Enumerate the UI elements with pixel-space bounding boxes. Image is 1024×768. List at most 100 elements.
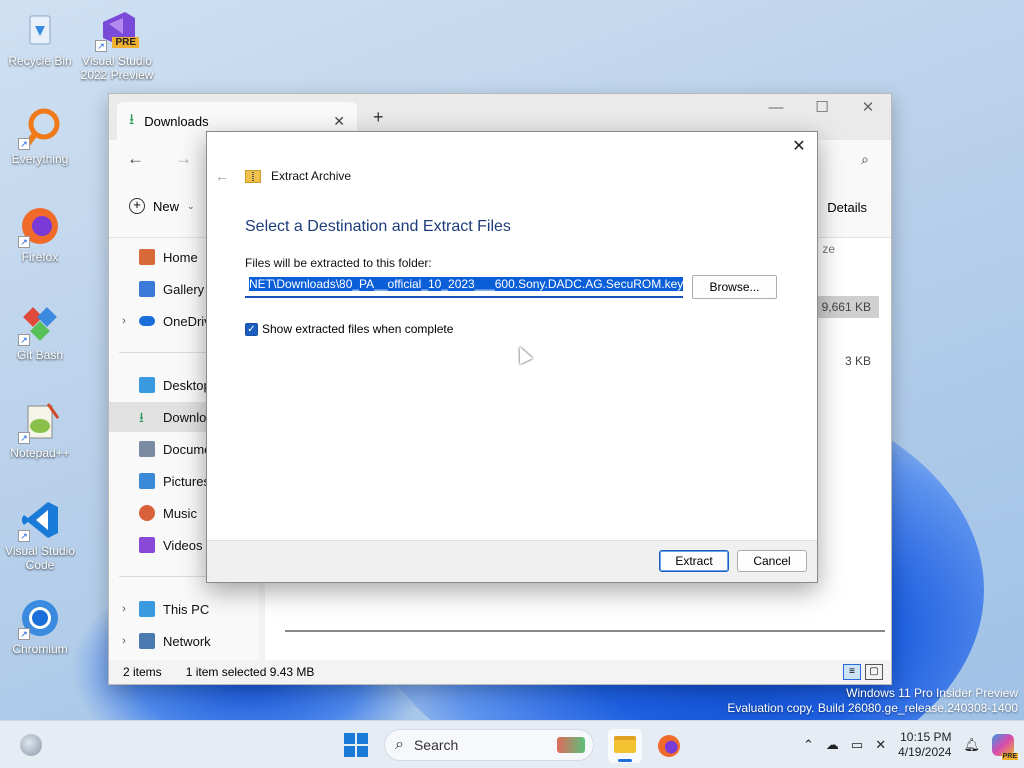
git-bash-icon: ↗	[18, 302, 62, 346]
shortcut-arrow-icon: ↗	[18, 138, 30, 150]
desktop-icon-firefox[interactable]: ↗ Firefox	[2, 204, 78, 264]
dialog-title: Select a Destination and Extract Files	[245, 218, 511, 235]
file-size-cell[interactable]: 3 KB	[837, 350, 879, 372]
network-offline-icon[interactable]: ☁	[826, 737, 839, 753]
extract-button[interactable]: Extract	[659, 550, 729, 572]
sidebar-item-label: This PC	[163, 601, 210, 617]
search-icon[interactable]: ⌕	[861, 151, 869, 168]
close-dialog-button[interactable]: ✕	[789, 136, 809, 156]
videos-icon	[139, 537, 155, 553]
system-tray: ⌃ ☁ ▭ ✕ 10:15 PM 4/19/2024 🔔︎ PRE	[803, 721, 1024, 768]
notification-bell-icon[interactable]: 🔔︎	[963, 737, 980, 753]
shortcut-arrow-icon: ↗	[18, 432, 30, 444]
taskbar-search[interactable]: ⌕ Search	[384, 729, 594, 761]
shortcut-arrow-icon: ↗	[18, 236, 30, 248]
back-button[interactable]: ←	[127, 149, 144, 169]
taskbar: ⌕ Search ⌃ ☁ ▭ ✕ 10:15 PM 4/19/2024 🔔︎ P…	[0, 720, 1024, 768]
destination-path-input[interactable]: NET\Downloads\80_PA__official_10_2023___…	[245, 274, 683, 298]
download-icon: ⭳	[139, 409, 144, 425]
show-extracted-files-label: Show extracted files when complete	[262, 322, 454, 336]
new-tab-button[interactable]: +	[373, 107, 384, 128]
shortcut-arrow-icon: ↗	[18, 628, 30, 640]
chevron-right-icon[interactable]: ›	[109, 635, 139, 647]
firefox-icon: ↗	[18, 204, 62, 248]
search-icon: ⌕	[395, 736, 404, 753]
display-icon[interactable]: ▭	[851, 737, 863, 753]
documents-icon	[139, 441, 155, 457]
this-pc-icon	[139, 601, 155, 617]
evaluation-watermark: Windows 11 Pro Insider Preview Evaluatio…	[727, 686, 1018, 716]
zip-folder-icon	[245, 169, 261, 183]
chevron-up-icon[interactable]: ⌃	[803, 737, 814, 753]
details-label: Details	[827, 200, 867, 215]
desktop-icon-chromium[interactable]: ↗ Chromium	[2, 596, 78, 656]
chromium-icon: ↗	[18, 596, 62, 640]
desktop-icon-everything[interactable]: ↗ Everything	[2, 106, 78, 166]
shortcut-arrow-icon: ↗	[18, 530, 30, 542]
plus-icon: +	[129, 198, 145, 214]
maximize-button[interactable]: ☐	[799, 94, 845, 124]
everything-search-icon: ↗	[18, 106, 62, 150]
clock[interactable]: 10:15 PM 4/19/2024	[898, 730, 951, 760]
desktop-icon-visual-studio-code[interactable]: ↗ Visual Studio Code	[2, 498, 78, 572]
taskbar-file-explorer[interactable]	[608, 729, 642, 763]
file-size-cell[interactable]: 9,661 KB	[813, 296, 879, 318]
search-label: Search	[413, 737, 459, 753]
new-button[interactable]: + New ⌄	[129, 198, 195, 214]
volume-mute-icon[interactable]: ✕	[875, 737, 886, 753]
watermark-line: Evaluation copy. Build 26080.ge_release.…	[727, 701, 1018, 715]
dialog-header: ← Extract Archive	[215, 168, 351, 184]
widgets-icon[interactable]	[20, 734, 42, 756]
tiles-view-button[interactable]: ▢	[865, 664, 883, 680]
status-bar: 2 items 1 item selected 9.43 MB ≡ ▢	[109, 660, 891, 684]
shortcut-arrow-icon: ↗	[95, 40, 107, 52]
sidebar-item-label: Home	[163, 249, 198, 265]
close-window-button[interactable]: ✕	[845, 94, 891, 124]
sidebar-item-label: Network	[163, 633, 211, 649]
desktop-icon-recycle-bin[interactable]: Recycle Bin	[2, 8, 78, 68]
destination-path-value: NET\Downloads\80_PA__official_10_2023___…	[249, 277, 683, 291]
copilot-icon[interactable]: PRE	[992, 734, 1018, 760]
dialog-header-title: Extract Archive	[271, 169, 352, 183]
sidebar-item-this-pc[interactable]: › This PC	[109, 594, 259, 624]
chevron-right-icon[interactable]: ›	[109, 603, 139, 615]
new-label: New	[153, 198, 180, 214]
recycle-bin-icon	[18, 8, 62, 52]
forward-button[interactable]: →	[175, 149, 192, 169]
cancel-button[interactable]: Cancel	[737, 550, 807, 572]
chevron-right-icon[interactable]: ›	[109, 315, 139, 327]
file-explorer-icon	[614, 736, 636, 753]
destination-label: Files will be extracted to this folder:	[245, 256, 432, 270]
desktop-icon-visual-studio-preview[interactable]: PRE ↗ Visual Studio 2022 Preview	[79, 8, 155, 82]
sidebar-item-label: Videos	[163, 537, 203, 553]
details-view-button[interactable]: ≡	[843, 664, 861, 680]
sidebar-item-label: Gallery	[163, 281, 205, 297]
show-extracted-files-option[interactable]: ✓ Show extracted files when complete	[245, 322, 453, 336]
start-button[interactable]	[344, 733, 368, 757]
sidebar-item-label: Docume	[163, 441, 212, 457]
onedrive-icon	[139, 316, 155, 326]
checkbox-checked-icon[interactable]: ✓	[245, 322, 258, 336]
sidebar-item-network[interactable]: › Network	[109, 626, 259, 656]
clock-date: 4/19/2024	[898, 745, 952, 759]
sidebar-item-label: Desktop	[163, 377, 211, 393]
desktop-icon-notepad-plus-plus[interactable]: ↗ Notepad++	[2, 400, 78, 460]
pictures-icon	[139, 473, 155, 489]
close-tab-icon[interactable]: ✕	[333, 113, 345, 130]
back-arrow-icon[interactable]: ←	[215, 168, 229, 184]
notepad-plus-plus-icon: ↗	[18, 400, 62, 444]
network-icon	[139, 633, 155, 649]
pre-badge: PRE	[1001, 753, 1018, 760]
clock-time: 10:15 PM	[900, 730, 952, 744]
vscode-icon: ↗	[18, 498, 62, 542]
music-icon	[139, 505, 155, 521]
item-count: 2 items	[123, 665, 162, 679]
desktop-icon-git-bash[interactable]: ↗ Git Bash	[2, 302, 78, 362]
taskbar-firefox[interactable]	[652, 729, 686, 763]
minimize-button[interactable]: —	[753, 94, 799, 124]
extract-archive-dialog: ✕ ← Extract Archive Select a Destination…	[206, 131, 818, 583]
size-column-header[interactable]: ze	[822, 242, 835, 256]
tab-title: Downloads	[144, 113, 209, 129]
horizontal-scrollbar[interactable]	[285, 630, 885, 632]
browse-button[interactable]: Browse...	[692, 275, 777, 299]
